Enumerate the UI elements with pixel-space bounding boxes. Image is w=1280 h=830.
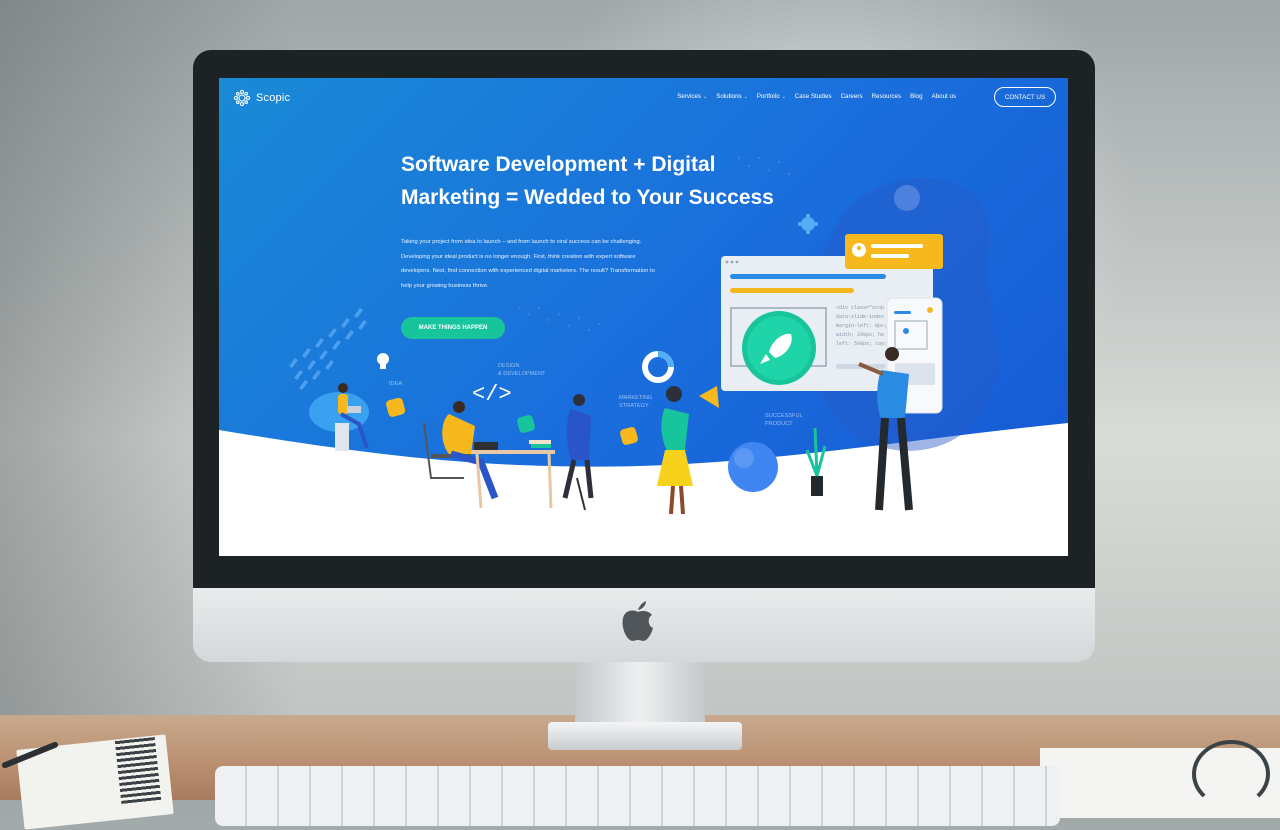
pie-chart-icon bbox=[642, 351, 674, 383]
notebook-coil bbox=[114, 736, 162, 804]
website-screen: Scopic Services ⌄ Solutions ⌄ Portfolio ⌄ C… bbox=[219, 78, 1068, 556]
decor-circle bbox=[894, 185, 920, 211]
code-brackets-icon: </> bbox=[472, 382, 512, 407]
rocket-icon bbox=[742, 311, 816, 385]
gear-icon bbox=[798, 214, 818, 234]
profile-card bbox=[845, 234, 943, 269]
hero-illustration: <div class="scop data-slide-index margin… bbox=[289, 156, 998, 515]
person-designer bbox=[562, 394, 594, 511]
person-marketer bbox=[657, 386, 719, 515]
heart-badge-icon bbox=[620, 427, 638, 445]
label-marketing: MARKETING STRATEGY bbox=[619, 395, 654, 409]
diamond-pattern bbox=[289, 308, 367, 390]
glasses bbox=[1192, 740, 1270, 808]
label-design: DESIGN & DEVELOPMENT bbox=[498, 363, 546, 377]
imac-stand-base bbox=[548, 722, 742, 750]
label-idea: IDEA bbox=[389, 381, 402, 387]
plant bbox=[805, 427, 827, 496]
person-developer bbox=[423, 401, 555, 509]
blue-sphere bbox=[728, 442, 778, 492]
arrow-badge-icon bbox=[386, 397, 406, 417]
person-idea bbox=[309, 383, 369, 451]
label-product: SUCCESSFUL PRODUCT bbox=[765, 413, 804, 427]
keyboard bbox=[215, 766, 1060, 826]
lightbulb-icon bbox=[377, 353, 389, 369]
imac-stand bbox=[575, 660, 705, 730]
apple-logo-icon bbox=[622, 601, 653, 641]
pencil-badge-icon bbox=[517, 415, 535, 433]
